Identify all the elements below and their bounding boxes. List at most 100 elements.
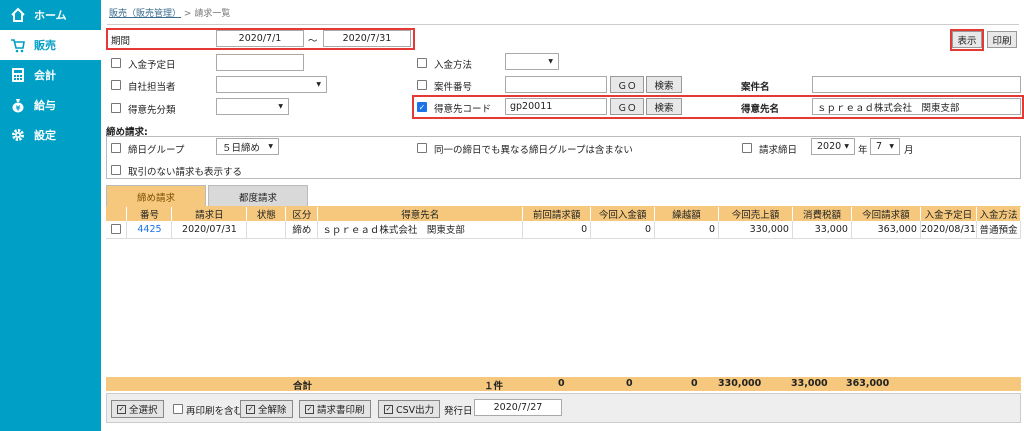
- project-no-checkbox[interactable]: [417, 80, 427, 90]
- row-paid: 0: [590, 221, 656, 239]
- print-button[interactable]: 印刷: [987, 31, 1017, 48]
- total-prev: 0: [558, 378, 565, 389]
- col-paid[interactable]: 今回入金額: [590, 207, 656, 221]
- closing-group-label: 締日グループ: [128, 145, 185, 156]
- home-icon: [10, 7, 26, 23]
- closing-group-select[interactable]: ５日締め ▼: [216, 138, 279, 155]
- table-row[interactable]: 4425 2020/07/31 締め ｓｐｒｅａｄ株式会社 関東支部 0 0 0…: [106, 221, 1022, 239]
- client-search-button[interactable]: 検索: [646, 98, 682, 115]
- staff-checkbox[interactable]: [111, 80, 121, 90]
- month-select[interactable]: 7 ▼: [870, 138, 900, 155]
- tab-per-time[interactable]: 都度請求: [208, 185, 308, 207]
- col-due[interactable]: 入金予定日: [920, 207, 977, 221]
- closing-group-checkbox[interactable]: [111, 143, 121, 153]
- client-code-checkbox[interactable]: ✓: [417, 102, 427, 112]
- date-from-input[interactable]: 2020/7/1: [216, 30, 304, 47]
- year-select[interactable]: 2020 ▼: [811, 138, 855, 155]
- client-cat-checkbox[interactable]: [111, 103, 121, 113]
- col-method[interactable]: 入金方法: [976, 207, 1022, 221]
- payment-method-select[interactable]: ▼: [505, 53, 559, 70]
- cart-icon: [10, 37, 26, 53]
- issue-date-input[interactable]: 2020/7/27: [474, 399, 562, 416]
- nav-settings[interactable]: 設定: [0, 120, 101, 150]
- chevron-down-icon: ▼: [548, 58, 553, 65]
- row-status: [246, 221, 287, 239]
- col-carry[interactable]: 繰越額: [654, 207, 719, 221]
- client-code-input[interactable]: gp20011: [505, 98, 607, 115]
- project-name-label: 案件名: [741, 82, 770, 93]
- nav-settings-label: 設定: [34, 129, 56, 142]
- tilde: ～: [308, 36, 318, 47]
- nav-payroll-label: 給与: [34, 99, 56, 112]
- check-square-icon: ✓: [246, 404, 255, 414]
- reprint-label: 再印刷を含む: [186, 406, 244, 417]
- date-to-input[interactable]: 2020/7/31: [323, 30, 411, 47]
- due-date-checkbox[interactable]: [111, 58, 121, 68]
- print-invoice-label: 請求書印刷: [317, 405, 365, 416]
- print-invoice-button[interactable]: ✓ 請求書印刷: [299, 400, 371, 418]
- row-number-link[interactable]: 4425: [126, 221, 173, 239]
- check-square-icon: ✓: [117, 404, 126, 414]
- select-all-button[interactable]: ✓ 全選択: [111, 400, 164, 418]
- row-checkbox[interactable]: [111, 224, 122, 235]
- client-go-button[interactable]: ＧＯ: [610, 98, 644, 115]
- same-day-label: 同一の締日でも異なる締日グループは含まない: [434, 145, 633, 156]
- chevron-down-icon: ▼: [844, 143, 849, 150]
- issue-date-label: 発行日: [444, 406, 473, 417]
- row-sales: 330,000: [718, 221, 793, 239]
- show-button[interactable]: 表示: [952, 31, 982, 48]
- col-tax[interactable]: 消費税額: [792, 207, 852, 221]
- staff-select[interactable]: ▼: [216, 76, 327, 93]
- project-search-button[interactable]: 検索: [646, 76, 682, 93]
- col-prev[interactable]: 前回請求額: [522, 207, 592, 221]
- sidebar: ホーム 販売 会計 ¥ 給与 設定: [0, 0, 101, 431]
- row-bill-date: 2020/07/31: [171, 221, 248, 239]
- breadcrumb-sep: >: [183, 9, 192, 19]
- client-name-input[interactable]: ｓｐｒｅａｄ株式会社 関東支部: [812, 98, 1021, 115]
- reprint-checkbox[interactable]: [173, 404, 183, 414]
- col-type[interactable]: 区分: [285, 207, 319, 221]
- client-code-label: 得意先コード: [434, 104, 492, 115]
- row-tax: 33,000: [792, 221, 852, 239]
- closing-group-value: ５日締め: [222, 142, 261, 154]
- breadcrumb-link[interactable]: 販売（販売管理）: [109, 9, 181, 19]
- total-label: 合計: [293, 381, 313, 392]
- nav-home[interactable]: ホーム: [0, 0, 101, 30]
- nav-sales[interactable]: 販売: [0, 30, 101, 60]
- project-go-button[interactable]: ＧＯ: [610, 76, 644, 93]
- project-no-input[interactable]: [505, 76, 607, 93]
- same-day-checkbox[interactable]: [417, 143, 427, 153]
- row-billed: 363,000: [851, 221, 921, 239]
- period-label: 期間: [111, 36, 131, 47]
- bill-date-checkbox[interactable]: [742, 143, 752, 153]
- payment-method-label: 入金方法: [434, 60, 473, 71]
- nav-payroll[interactable]: ¥ 給与: [0, 90, 101, 120]
- invoice-table: 番号 請求日 状態 区分 得意先名 前回請求額 今回入金額 繰越額 今回売上額 …: [106, 207, 1022, 239]
- month-value: 7: [876, 141, 883, 152]
- col-sales[interactable]: 今回売上額: [718, 207, 793, 221]
- money-bag-icon: ¥: [10, 97, 26, 113]
- nav-accounting-label: 会計: [34, 69, 56, 82]
- due-date-label: 入金予定日: [128, 60, 176, 71]
- col-client[interactable]: 得意先名: [317, 207, 524, 221]
- nav-accounting[interactable]: 会計: [0, 60, 101, 90]
- client-cat-label: 得意先分類: [128, 105, 176, 116]
- row-select-cell: [106, 221, 128, 239]
- project-name-input[interactable]: [812, 76, 1021, 93]
- col-billed[interactable]: 今回請求額: [851, 207, 921, 221]
- row-client: ｓｐｒｅａｄ株式会社 関東支部: [317, 221, 524, 239]
- no-txn-checkbox[interactable]: [111, 165, 121, 175]
- totals-row: 合計 １件 0 0 0 330,000 33,000 363,000: [106, 377, 1021, 392]
- check-square-icon: ✓: [384, 404, 393, 414]
- gear-icon: [10, 127, 26, 143]
- tab-closing[interactable]: 締め請求: [106, 185, 206, 207]
- due-date-input[interactable]: [216, 54, 304, 71]
- client-cat-select[interactable]: ▼: [216, 98, 289, 115]
- main-content: 販売（販売管理） > 請求一覧 期間 2020/7/1 ～ 2020/7/31 …: [101, 0, 1024, 431]
- payment-method-checkbox[interactable]: [417, 58, 427, 68]
- col-bill-date[interactable]: 請求日: [171, 207, 248, 221]
- col-status[interactable]: 状態: [246, 207, 287, 221]
- clear-all-button[interactable]: ✓ 全解除: [240, 400, 293, 418]
- col-number[interactable]: 番号: [126, 207, 173, 221]
- csv-button[interactable]: ✓ CSV出力: [378, 400, 441, 418]
